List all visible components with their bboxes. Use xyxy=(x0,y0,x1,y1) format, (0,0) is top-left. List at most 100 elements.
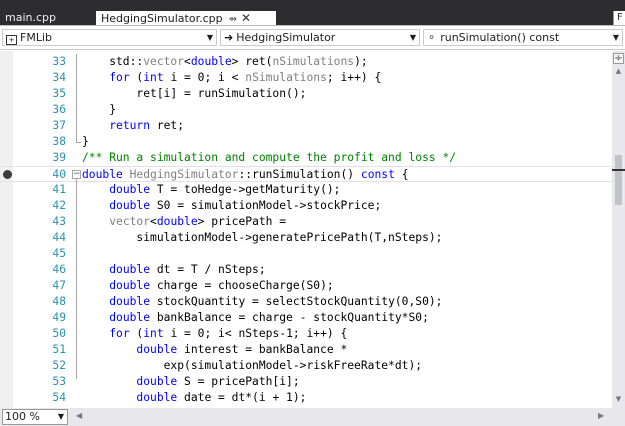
code-token: ( xyxy=(129,71,144,84)
code-line[interactable]: 43 vector<double> pricePath = xyxy=(0,214,612,230)
close-icon[interactable]: ✕ xyxy=(241,11,251,25)
code-text: vector<double> pricePath = xyxy=(82,214,286,230)
code-token: for xyxy=(109,327,130,340)
scroll-thumb[interactable] xyxy=(615,155,622,205)
code-token: ( xyxy=(129,327,144,340)
code-token: { xyxy=(394,168,409,181)
code-token: T = toHedge->getMaturity(); xyxy=(150,183,341,196)
code-token: double xyxy=(136,375,178,388)
code-text: double dt = T / nSteps; xyxy=(82,262,266,278)
class-icon: ➜ xyxy=(224,31,234,44)
code-line[interactable]: 45 xyxy=(0,246,612,262)
code-token: interest = bankBalance * xyxy=(177,343,348,356)
code-line[interactable]: 41 double T = toHedge->getMaturity(); xyxy=(0,182,612,198)
code-token: nSimulations xyxy=(272,55,355,68)
code-line[interactable]: 35 ret[i] = runSimulation(); xyxy=(0,86,612,102)
code-token: vector xyxy=(143,55,185,68)
code-token: double xyxy=(109,263,151,276)
code-text: double charge = chooseCharge(S0); xyxy=(82,278,333,294)
code-text: double stockQuantity = selectStockQuanti… xyxy=(82,294,442,310)
code-token: int xyxy=(143,71,164,84)
code-line[interactable]: 48 double stockQuantity = selectStockQua… xyxy=(0,294,612,310)
tab-hedgingsimulator-cpp[interactable]: HedgingSimulator.cpp ⇴ ✕ xyxy=(96,11,276,25)
line-number: 50 xyxy=(52,327,66,340)
code-token: date = dt*(i + 1); xyxy=(177,391,307,404)
collapse-icon[interactable]: − xyxy=(72,170,81,179)
code-token: dt = T / nSteps; xyxy=(150,263,266,276)
outlining-guide xyxy=(76,54,77,142)
code-token: double xyxy=(190,55,232,68)
code-text: double date = dt*(i + 1); xyxy=(82,390,306,406)
line-number: 36 xyxy=(52,103,66,116)
code-text: } xyxy=(82,134,89,150)
chevron-down-icon: ▼ xyxy=(612,33,619,42)
code-text: ret[i] = runSimulation(); xyxy=(82,86,306,102)
class-dropdown[interactable]: ➜ HedgingSimulator ▼ xyxy=(220,29,420,46)
code-editor[interactable]: 33 std::vector<double> ret(nSimulations)… xyxy=(0,51,612,408)
code-text: return ret; xyxy=(82,118,184,134)
line-number: 52 xyxy=(52,359,66,372)
code-line[interactable]: 40 double HedgingSimulator::runSimulation… xyxy=(0,166,612,182)
member-dropdown[interactable]: ⚬ runSimulation() const ▼ xyxy=(423,29,623,46)
chevron-down-icon: ▼ xyxy=(409,33,416,42)
code-token: double xyxy=(82,168,123,181)
zoom-dropdown[interactable]: 100 % ▼ xyxy=(2,409,68,425)
code-token: S = pricePath[i]; xyxy=(177,375,300,388)
code-line[interactable]: 53 double S = pricePath[i]; xyxy=(0,374,612,390)
code-token: } xyxy=(82,103,117,116)
scroll-right-icon[interactable]: ▶ xyxy=(598,411,604,420)
code-text: exp(simulationModel->riskFreeRate*dt); xyxy=(82,358,422,374)
code-line[interactable]: 50 for (int i = 0; i< nSteps-1; i++) { xyxy=(0,326,612,342)
code-token: return xyxy=(109,119,151,132)
code-line[interactable]: 51 double interest = bankBalance * xyxy=(0,342,612,358)
breakpoint-icon[interactable] xyxy=(3,170,12,179)
split-handle-icon[interactable]: ÷ xyxy=(613,53,624,64)
tab-main-cpp[interactable]: main.cpp xyxy=(0,11,96,25)
outlining-end xyxy=(76,142,81,143)
code-line[interactable]: 37 return ret; xyxy=(0,118,612,134)
code-line[interactable]: 42 double S0 = simulationModel->stockPri… xyxy=(0,198,612,214)
code-text: simulationModel->generatePricePath(T,nSt… xyxy=(82,230,442,246)
code-line[interactable]: 49 double bankBalance = charge - stockQu… xyxy=(0,310,612,326)
scroll-down-icon[interactable]: ▼ xyxy=(614,395,623,404)
code-line[interactable]: 47 double charge = chooseCharge(S0); xyxy=(0,278,612,294)
scroll-up-icon[interactable]: ▲ xyxy=(614,67,623,76)
code-line[interactable]: 33 std::vector<double> ret(nSimulations)… xyxy=(0,54,612,70)
code-token: bankBalance = charge - stockQuantity*S0; xyxy=(150,311,429,324)
chevron-down-icon: ▼ xyxy=(57,412,64,421)
code-text: std::vector<double> ret(nSimulations); xyxy=(82,54,368,70)
code-text: for (int i = 0; i< nSteps-1; i++) { xyxy=(82,326,347,342)
editor-bottom-bar: 100 % ▼ ◀ ▶ xyxy=(0,408,625,426)
code-line[interactable]: 34 for (int i = 0; i < nSimulations; i++… xyxy=(0,70,612,86)
code-token: S0 = simulationModel->stockPrice; xyxy=(150,199,382,212)
code-line[interactable]: 46 double dt = T / nSteps; xyxy=(0,262,612,278)
zoom-level: 100 % xyxy=(5,410,40,423)
line-number: 44 xyxy=(52,231,66,244)
pin-icon[interactable]: ⇴ xyxy=(229,14,237,25)
code-line[interactable]: 44 simulationModel->generatePricePath(T,… xyxy=(0,230,612,246)
vertical-scrollbar[interactable]: ÷ ▲ ▼ xyxy=(612,51,625,408)
code-text: double T = toHedge->getMaturity(); xyxy=(82,182,340,198)
project-dropdown[interactable]: + FMLib ▼ xyxy=(2,29,217,46)
code-token: > pricePath = xyxy=(197,215,287,228)
line-number: 41 xyxy=(52,183,66,196)
navigation-bar: + FMLib ▼ ➜ HedgingSimulator ▼ ⚬ runSimulat… xyxy=(0,25,625,50)
scroll-left-icon[interactable]: ◀ xyxy=(76,411,82,420)
code-line[interactable]: 39 /** Run a simulation and compute the p… xyxy=(0,150,612,166)
tab-overflow[interactable]: F xyxy=(613,11,625,25)
code-line[interactable]: 38} xyxy=(0,134,612,150)
code-line[interactable]: 36 } xyxy=(0,102,612,118)
code-token: < xyxy=(184,55,191,68)
code-text: /** Run a simulation and compute the pro… xyxy=(82,150,456,166)
code-line[interactable]: 54 double date = dt*(i + 1); xyxy=(0,390,612,406)
code-line[interactable]: 52 exp(simulationModel->riskFreeRate*dt)… xyxy=(0,358,612,374)
code-text: double interest = bankBalance * xyxy=(82,342,347,358)
code-token: for xyxy=(109,71,130,84)
